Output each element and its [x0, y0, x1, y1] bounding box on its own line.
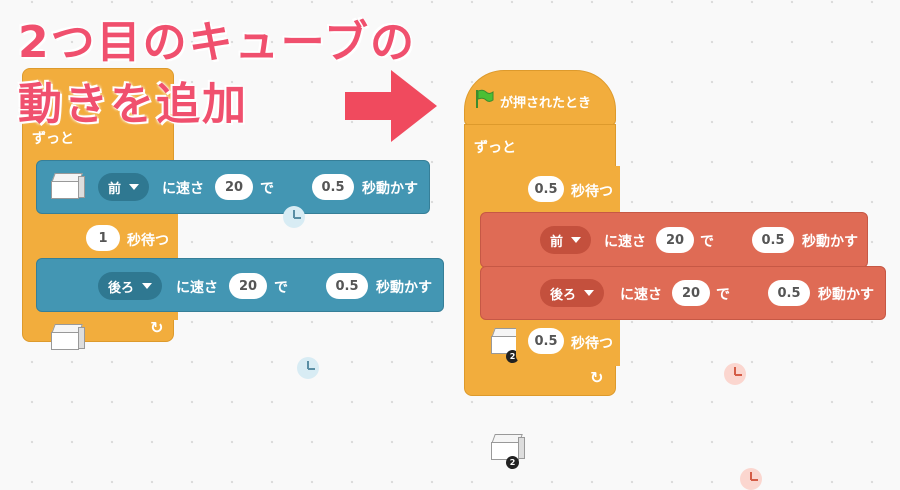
move-suffix: 秒動かす [802, 234, 858, 250]
direction-dropdown[interactable]: 前 [98, 173, 150, 201]
loop-arrow-icon: ↻ [150, 318, 164, 337]
hat-label: が押されたとき [500, 96, 592, 111]
wait-suffix: 秒待つ [571, 184, 613, 200]
speed-input[interactable]: 20 [672, 280, 710, 306]
clock-icon [724, 363, 746, 385]
speed-prefix: に速さ [620, 287, 662, 303]
cube-number-badge: 2 [506, 456, 519, 469]
right-arrow-icon [345, 70, 437, 142]
wait-suffix: 秒待つ [127, 233, 169, 249]
speed-prefix: に速さ [604, 234, 646, 250]
speed-prefix: に速さ [176, 280, 218, 296]
speed-prefix: に速さ [162, 181, 204, 197]
speed-input[interactable]: 20 [656, 227, 694, 253]
speed-input[interactable]: 20 [215, 174, 253, 200]
de-label: で [260, 181, 274, 197]
seconds-input[interactable]: 0.5 [326, 273, 368, 299]
direction-label: 後ろ [108, 280, 135, 296]
title-line1: 2つ目のキューブの [18, 17, 416, 68]
cube-icon: 2 [490, 432, 525, 469]
speed-input[interactable]: 20 [229, 273, 267, 299]
seconds-input[interactable]: 0.5 [312, 174, 354, 200]
caret-down-icon [571, 237, 582, 243]
move-suffix: 秒動かす [376, 280, 432, 296]
caret-down-icon [129, 184, 140, 190]
clock-icon [297, 357, 319, 379]
de-label: で [700, 234, 714, 250]
move-suffix: 秒動かす [362, 181, 418, 197]
seconds-input[interactable]: 0.5 [768, 280, 810, 306]
direction-dropdown[interactable]: 前 [540, 226, 592, 254]
caret-down-icon [584, 290, 595, 296]
title-line2: 動きを追加 [18, 79, 248, 130]
clock-icon [283, 206, 305, 228]
seconds-input[interactable]: 0.5 [752, 227, 794, 253]
move-suffix: 秒動かす [818, 287, 874, 303]
clock-icon [740, 468, 762, 490]
direction-label: 前 [550, 234, 564, 250]
direction-label: 前 [108, 181, 122, 197]
right-forever-label: ずっと [474, 140, 516, 156]
direction-label: 後ろ [550, 287, 577, 303]
green-flag-icon [476, 89, 494, 108]
wait-input[interactable]: 0.5 [528, 328, 564, 354]
loop-arrow-icon: ↻ [590, 368, 604, 387]
direction-dropdown[interactable]: 後ろ [98, 272, 163, 300]
cube-icon [50, 322, 85, 352]
de-label: で [716, 287, 730, 303]
de-label: で [274, 280, 288, 296]
caret-down-icon [142, 283, 153, 289]
wait-input[interactable]: 0.5 [528, 176, 564, 202]
direction-dropdown[interactable]: 後ろ [540, 279, 605, 307]
cube-icon [50, 171, 85, 201]
wait-input[interactable]: 1 [86, 225, 120, 251]
wait-suffix: 秒待つ [571, 336, 613, 352]
